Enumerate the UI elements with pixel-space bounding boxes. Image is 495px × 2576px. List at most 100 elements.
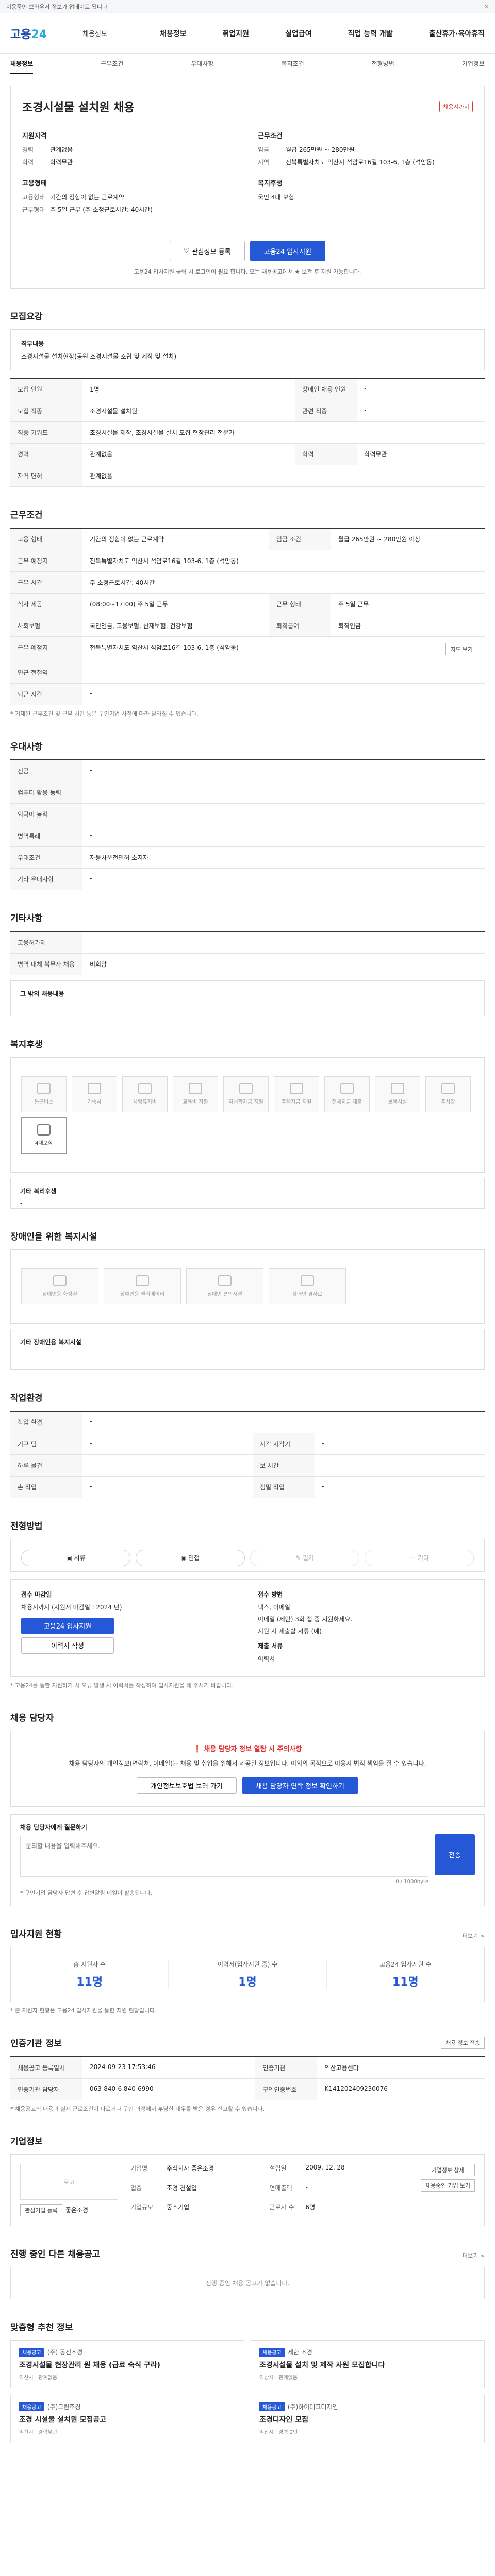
welfare-car: 차량유지비 [122, 1076, 168, 1112]
recommend-section-title: 맞춤형 추천 정보 [10, 2323, 73, 2333]
disability-ramp: 장애인 경사로 [269, 1268, 346, 1304]
stats-more-link[interactable]: 더보기 > [463, 1931, 485, 1940]
ramp-icon [301, 1275, 314, 1287]
recruit-section-title: 모집요강 [10, 312, 43, 322]
welfare-extra-box: 기타 복리후생 - [10, 1177, 485, 1209]
wheelchair-icon [218, 1275, 232, 1287]
recommend-card[interactable]: 채용공고 (주)하이테크디자인 조경디자인 모집 익산시 · 경력 2년 [251, 2395, 485, 2444]
book-icon [189, 1083, 202, 1095]
map-button[interactable]: 지도 보기 [446, 643, 477, 655]
disability-facility: 장애인 편의시설 [186, 1268, 263, 1304]
bus-icon [37, 1083, 51, 1095]
prefer-table: 전공 - 컴퓨터 활용 능력 - 외국어 능력 - 병역특례 - 우대조건 자동차운전면허… [10, 759, 485, 890]
nav-item-benefit[interactable]: 실업급여 [285, 28, 312, 39]
stats-row: 총 지원자 수 11명 이력서(입사지원 중) 수 1명 고용24 입사지원 수 11… [10, 1947, 485, 2003]
etc-table: 고용허가제 - 병역 대체 복무자 채용 비희망 [10, 930, 485, 975]
other-more-link[interactable]: 더보기 > [463, 2251, 485, 2260]
toilet-icon [53, 1275, 67, 1287]
tab-recruit[interactable]: 채용정보 [10, 59, 34, 74]
info-section-title: 인증기관 정보 [10, 2038, 62, 2049]
welfare-house: 주택자금 지원 [274, 1076, 319, 1112]
step-other: ⋯ 기타 [365, 1549, 474, 1566]
step-written: ✎ 필기 [250, 1549, 359, 1566]
heart-icon: ♡ [183, 247, 192, 255]
qualification-heading: 지원자격 [22, 132, 47, 140]
disability-section-title: 장애인을 위한 복지시설 [10, 1231, 97, 1242]
contact-section-title: 채용 담당자 [10, 1713, 54, 1724]
tab-welfare[interactable]: 복지조건 [281, 59, 304, 68]
info-table: 채용공고 등록일시 2024-09-23 17:53:46 인증기관 익산고용센터 인… [10, 2056, 485, 2100]
info-footnote: * 채용공고의 내용과 실제 근로조건이 다르거나 구인 과정에서 부당한 대우… [10, 2105, 265, 2112]
recommend-card[interactable]: 채용공고 (주) 동진조경 조경시설물 현장관리 원 채용 (급료 숙식 구라) … [10, 2340, 244, 2389]
other-empty: 진행 중인 채용 공고가 없습니다. [10, 2267, 485, 2300]
qa-send-button[interactable]: 전송 [435, 1834, 475, 1875]
recommend-card[interactable]: 채용공고 (주)그린조경 조경 시설물 설치원 모집공고 익산시 · 경력무관 [10, 2395, 244, 2444]
more-icon: ⋯ [409, 1554, 418, 1562]
tab-work[interactable]: 근무조건 [101, 59, 123, 68]
company-detail-button[interactable]: 기업정보 상세 [420, 2164, 475, 2177]
etc-section-title: 기타사항 [10, 913, 43, 924]
apply-button[interactable]: 고용24 입사지원 [250, 241, 326, 261]
contact-reveal-button[interactable]: 채용 담당자 연락 정보 확인하기 [241, 1777, 358, 1794]
tab-company[interactable]: 기업정보 [462, 59, 485, 68]
work-condition-heading: 근무조건 [258, 132, 283, 140]
disability-panel: 장애인용 화장실 장애인용 엘리베이터 장애인 편의시설 장애인 경사로 [10, 1249, 485, 1324]
welfare-heading: 복지후생 [258, 180, 283, 188]
process-apply-button[interactable]: 고용24 입사지원 [21, 1617, 114, 1634]
company-jobs-button[interactable]: 채용중인 기업 보기 [420, 2179, 475, 2192]
disability-toilet: 장애인용 화장실 [21, 1268, 98, 1304]
pencil-icon: ✎ [295, 1554, 303, 1562]
apply-info: 접수 마감일 채용시까지 (지원서 마감일 : 2024 년) 고용24 입사지… [10, 1579, 485, 1677]
browser-update-banner: 이용중인 브라우저 정보가 업데이트 됩니다 ✕ [0, 0, 495, 13]
recommend-grid: 채용공고 (주) 동진조경 조경시설물 현장관리 원 채용 (급료 숙식 구라) … [10, 2340, 485, 2444]
company-short-name: 좋은조경 [65, 2207, 88, 2214]
prefer-section-title: 우대사항 [10, 741, 43, 752]
nav-item-training[interactable]: 직업 능력 개발 [348, 28, 393, 39]
qa-box: 채용 담당자에게 질문하기 0 / 1000byte * 구인기업 담당자 답변… [10, 1814, 485, 1907]
tab-process[interactable]: 전형방법 [372, 59, 394, 68]
other-section-title: 진행 중인 다른 채용공고 [10, 2249, 101, 2260]
parking-icon [441, 1083, 455, 1095]
company-box: 로고 관심기업 등록 좋은조경 기업명 주식회사 좋은조경 설립일 2009. 12… [10, 2154, 485, 2227]
process-footnote: * 고용24를 통한 지원하기 시 오류 발생 시 이력서를 작성하여 입사지원… [10, 1682, 234, 1689]
close-icon[interactable]: ✕ [484, 3, 489, 10]
contact-notice: ❗ 채용 담당자 정보 열람 시 주의사항 채용 담당자의 개인정보(연락처, … [10, 1731, 485, 1807]
step-document: ▣ 서류 [21, 1549, 130, 1566]
apply-note: 고용24 입사지원 클릭 시 로그인이 필요 합니다. 모든 채용공고에서 ★ … [134, 268, 361, 275]
info-send-button[interactable]: 채용 정보 전송 [441, 2036, 485, 2049]
nav-item-leave[interactable]: 출산휴가·육아휴직 [429, 28, 485, 39]
building-icon [88, 1083, 101, 1095]
site-header: 고용24 채용정보 채용정보 취업지원 실업급여 직업 능력 개발 출산휴가·육… [0, 13, 495, 54]
deadline-badge: 채용시까지 [439, 101, 473, 112]
elevator-icon [136, 1275, 149, 1287]
welfare-bus: 통근버스 [21, 1076, 67, 1112]
privacy-law-button[interactable]: 개인정보보호법 보러 가기 [137, 1777, 237, 1794]
resume-button[interactable]: 이력서 작성 [21, 1637, 114, 1654]
disability-extra-box: 기타 장애인용 복지시설 - [10, 1328, 485, 1370]
search-label[interactable]: 채용정보 [82, 28, 160, 38]
recruit-table: 모집 인원 1명 장애인 채용 인원 - 모집 직종 조경시설물 설치원 관련 직종 - 직… [10, 378, 485, 487]
qa-input[interactable] [20, 1835, 429, 1877]
nav-item-support[interactable]: 취업지원 [223, 28, 250, 39]
welfare-parking: 주차장 [425, 1076, 471, 1112]
env-section-title: 작업환경 [10, 1393, 43, 1403]
disability-elevator: 장애인용 엘리베이터 [104, 1268, 181, 1304]
company-like-button[interactable]: 관심기업 등록 [20, 2204, 62, 2217]
tab-prefer[interactable]: 우대사항 [191, 59, 213, 68]
recommend-card[interactable]: 채용공고 세한 조경 조경시설물 설치 및 제작 사원 모집합니다 익산시 · 관… [251, 2340, 485, 2389]
welfare-loan: 전세자금 대출 [324, 1076, 370, 1112]
welfare-section-title: 복지후생 [10, 1039, 43, 1050]
company-logo: 로고 [20, 2164, 118, 2200]
work-section-title: 근무조건 [10, 510, 43, 520]
warning-icon: ❗ [193, 1745, 204, 1754]
employment-type-heading: 고용형태 [22, 180, 47, 188]
section-tabs: 채용정보 근무조건 우대사항 복지조건 전형방법 기업정보 [0, 54, 495, 74]
site-logo[interactable]: 고용24 [10, 25, 82, 42]
house-icon [290, 1083, 303, 1095]
nav-item-jobs[interactable]: 채용정보 [160, 28, 187, 39]
welfare-child-edu: 자녀학자금 지원 [223, 1076, 269, 1112]
welfare-dorm: 기숙사 [72, 1076, 117, 1112]
banner-text: 이용중인 브라우저 정보가 업데이트 됩니다 [6, 3, 108, 10]
process-steps-box: ▣ 서류 ◉ 면접 ✎ 필기 ⋯ 기타 [10, 1538, 485, 1572]
add-favorite-button[interactable]: ♡ 관심정보 등록 [169, 241, 245, 261]
